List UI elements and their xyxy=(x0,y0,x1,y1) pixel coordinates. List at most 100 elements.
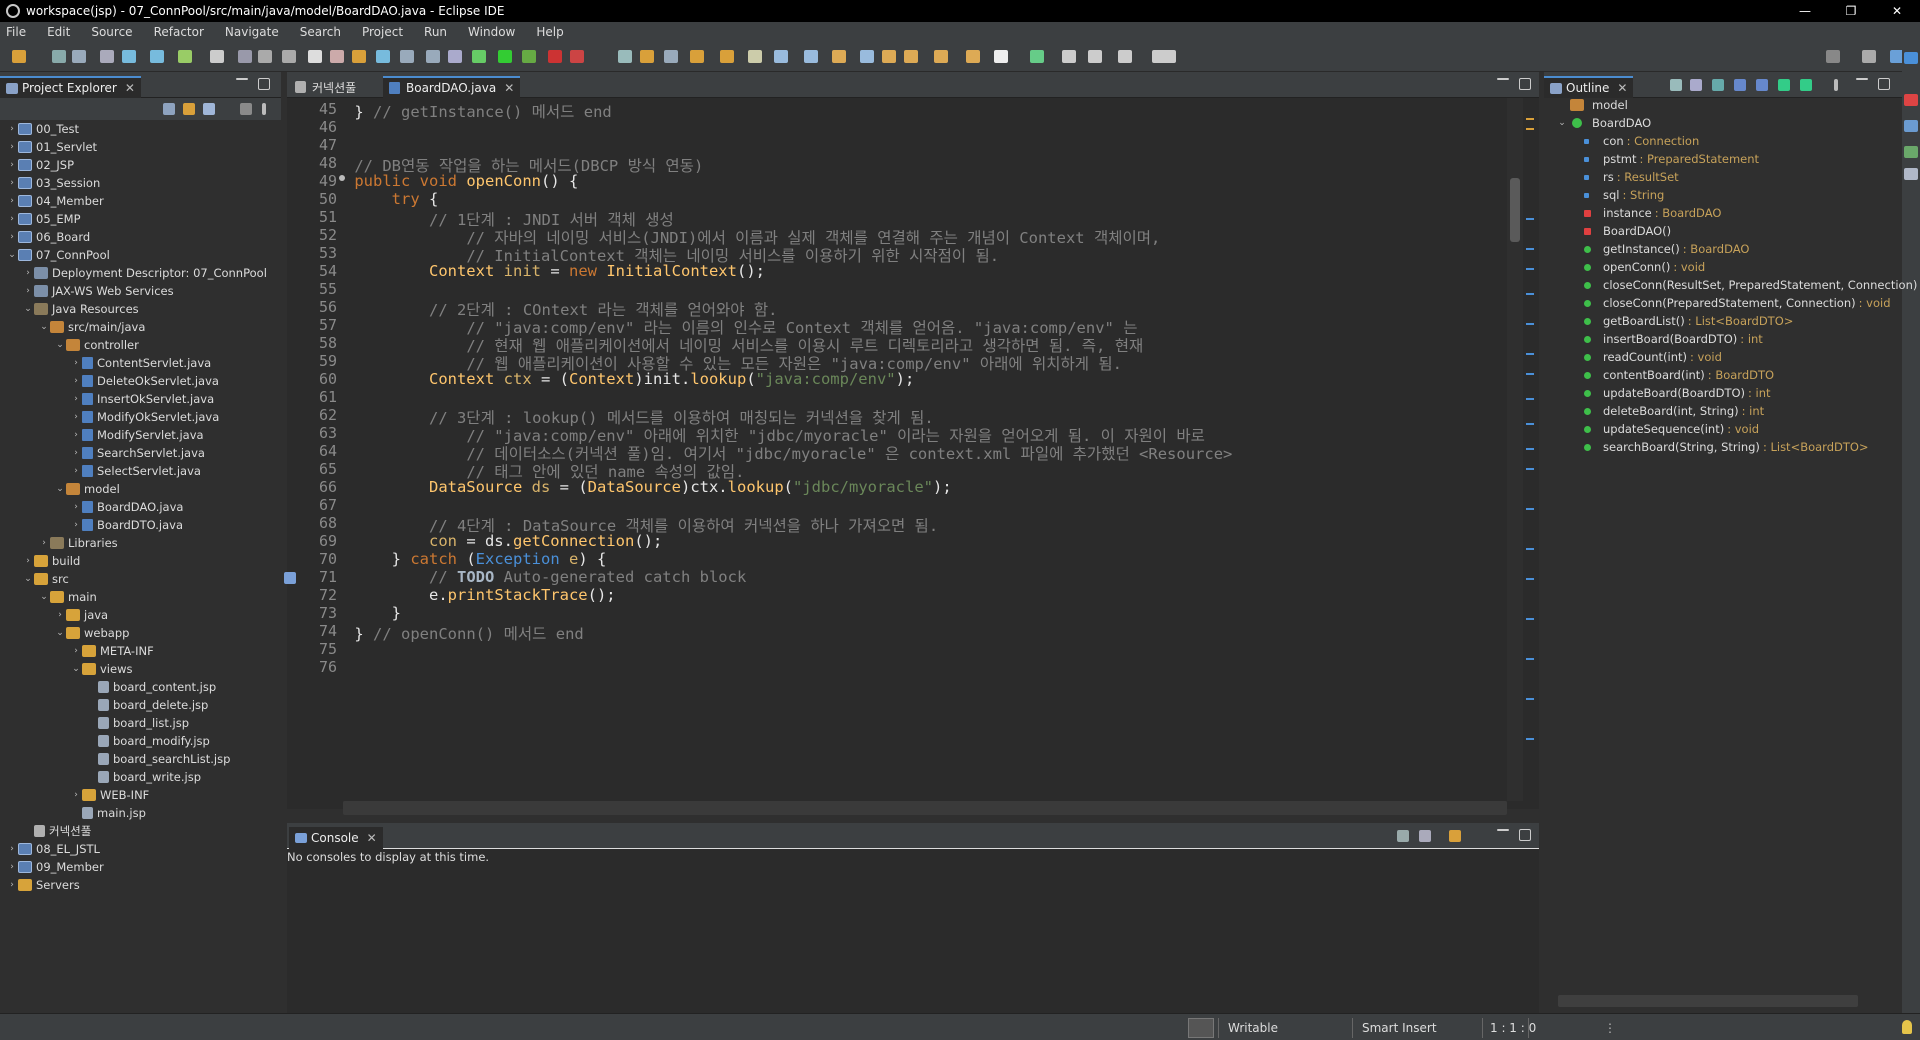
minimize-icon[interactable] xyxy=(1497,78,1509,80)
toolbar-button-17-icon[interactable] xyxy=(426,50,440,63)
chevron-right-icon[interactable]: › xyxy=(6,214,18,224)
toolbar-button-8-icon[interactable] xyxy=(210,50,224,63)
overview-marker[interactable] xyxy=(1526,373,1534,375)
outline-item[interactable]: model xyxy=(1570,96,1628,114)
menu-navigate[interactable]: Navigate xyxy=(225,25,279,39)
progress-menu-icon[interactable]: ⋮ xyxy=(1604,1018,1616,1038)
chevron-right-icon[interactable]: › xyxy=(22,556,34,566)
perspective-icon[interactable] xyxy=(1904,52,1918,64)
tree-item[interactable]: › Libraries xyxy=(38,534,117,552)
toolbar-button-5-icon[interactable] xyxy=(122,50,136,63)
chevron-right-icon[interactable]: › xyxy=(70,520,82,530)
tree-item[interactable]: ⌄ main xyxy=(38,588,97,606)
overview-marker[interactable] xyxy=(1526,268,1534,270)
toolbar-button-15-icon[interactable] xyxy=(376,50,390,63)
tree-item[interactable]: › WEB-INF xyxy=(70,786,149,804)
tree-item[interactable]: › BoardDAO.java xyxy=(70,498,183,516)
overview-marker[interactable] xyxy=(1526,128,1534,130)
tree-item[interactable]: › Deployment Descriptor: 07_ConnPool xyxy=(22,264,267,282)
toolbar-button-21-icon[interactable] xyxy=(522,50,536,63)
outline-item[interactable]: readCount(int) : void xyxy=(1584,348,1722,366)
code-line[interactable]: DataSource ds = (DataSource)ctx.lookup("… xyxy=(317,478,952,496)
toolbar-button-2-icon[interactable] xyxy=(52,50,66,63)
chevron-down-icon[interactable]: ⌄ xyxy=(54,628,66,638)
tree-item[interactable]: › DeleteOkServlet.java xyxy=(70,372,219,390)
overview-marker[interactable] xyxy=(1526,248,1534,250)
minimize-button[interactable]: — xyxy=(1782,0,1828,22)
chevron-down-icon[interactable]: ⌄ xyxy=(38,592,50,602)
toolbar-button-40-icon[interactable] xyxy=(1062,50,1076,63)
chevron-right-icon[interactable]: › xyxy=(70,394,82,404)
outline-item[interactable]: getBoardList() : List<BoardDTO> xyxy=(1584,312,1793,330)
team-perspective-icon[interactable] xyxy=(1904,120,1918,132)
menu-source[interactable]: Source xyxy=(91,25,132,39)
chevron-right-icon[interactable]: › xyxy=(6,124,18,134)
chevron-right-icon[interactable]: › xyxy=(6,196,18,206)
tree-item[interactable]: › Servers xyxy=(6,876,80,894)
tree-item[interactable]: › 02_JSP xyxy=(6,156,74,174)
chevron-down-icon[interactable]: ⌄ xyxy=(38,322,50,332)
outline-minimized-icon[interactable] xyxy=(1904,168,1918,180)
menu-refactor[interactable]: Refactor xyxy=(154,25,204,39)
tree-item[interactable]: board_write.jsp xyxy=(86,768,201,786)
chevron-right-icon[interactable]: › xyxy=(70,358,82,368)
code-line[interactable]: e.printStackTrace(); xyxy=(317,586,616,604)
tree-item[interactable]: › java xyxy=(54,606,108,624)
toolbar-button-26-icon[interactable] xyxy=(664,50,678,63)
tree-item[interactable]: ⌄ views xyxy=(70,660,132,678)
chevron-right-icon[interactable]: › xyxy=(6,160,18,170)
tab-outline[interactable]: Outline ✕ xyxy=(1544,76,1634,98)
chevron-right-icon[interactable]: › xyxy=(6,862,18,872)
tree-item[interactable]: ⌄ webapp xyxy=(54,624,129,642)
close-window-button[interactable]: ✕ xyxy=(1874,0,1920,22)
tree-item[interactable]: board_list.jsp xyxy=(86,714,189,732)
task-list-icon[interactable] xyxy=(1904,146,1918,158)
overview-marker[interactable] xyxy=(1526,423,1534,425)
tree-item[interactable]: main.jsp xyxy=(70,804,146,822)
chevron-right-icon[interactable]: › xyxy=(70,430,82,440)
overview-marker[interactable] xyxy=(1526,218,1534,220)
outline-item[interactable]: BoardDAO() xyxy=(1584,222,1671,240)
display-console-icon[interactable] xyxy=(1419,830,1431,842)
hide-static-icon[interactable] xyxy=(1734,79,1746,91)
toolbar-button-37-icon[interactable] xyxy=(966,50,980,63)
tree-item[interactable]: › SelectServlet.java xyxy=(70,462,201,480)
outline-horizontal-scrollbar[interactable] xyxy=(1544,993,1902,1009)
chevron-right-icon[interactable]: › xyxy=(70,790,82,800)
chevron-right-icon[interactable]: › xyxy=(6,880,18,890)
toolbar-button-31-icon[interactable] xyxy=(804,50,818,63)
chevron-down-icon[interactable]: ⌄ xyxy=(6,250,18,260)
menu-run[interactable]: Run xyxy=(424,25,447,39)
chevron-right-icon[interactable]: › xyxy=(22,268,34,278)
outline-item[interactable]: pstmt : PreparedStatement xyxy=(1584,150,1759,168)
tree-item[interactable]: › META-INF xyxy=(70,642,154,660)
overview-marker[interactable] xyxy=(1526,118,1534,120)
tree-item[interactable]: ⌄ 07_ConnPool xyxy=(6,246,110,264)
link-with-editor-icon[interactable] xyxy=(183,103,195,115)
code-line[interactable]: try { xyxy=(317,190,439,208)
outline-item[interactable]: rs : ResultSet xyxy=(1584,168,1679,186)
toolbar-button-3-icon[interactable] xyxy=(72,50,86,63)
tree-item[interactable]: ⌄ src xyxy=(22,570,69,588)
toolbar-button-10-icon[interactable] xyxy=(258,50,272,63)
overview-marker[interactable] xyxy=(1526,293,1534,295)
toolbar-button-7-icon[interactable] xyxy=(178,50,192,63)
fold-marker-icon[interactable] xyxy=(339,175,345,181)
tree-item[interactable]: › 05_EMP xyxy=(6,210,80,228)
chevron-right-icon[interactable]: › xyxy=(6,844,18,854)
toolbar-button-42-icon[interactable] xyxy=(1118,50,1132,63)
tree-item[interactable]: ⌄ model xyxy=(54,480,120,498)
minimize-icon[interactable] xyxy=(236,78,248,80)
tree-item[interactable]: › 00_Test xyxy=(6,120,79,138)
chevron-down-icon[interactable]: ⌄ xyxy=(54,484,66,494)
outline-item[interactable]: updateBoard(BoardDTO) : int xyxy=(1584,384,1771,402)
toolbar-button-25-icon[interactable] xyxy=(640,50,654,63)
code-line[interactable]: } catch (Exception e) { xyxy=(317,550,607,568)
scroll-thumb[interactable] xyxy=(343,801,1507,815)
toolbar-button-13-icon[interactable] xyxy=(330,50,344,63)
overview-marker[interactable] xyxy=(1526,548,1534,550)
toolbar-button-24-icon[interactable] xyxy=(618,50,632,63)
code-line[interactable]: con = ds.getConnection(); xyxy=(317,532,662,550)
tree-item[interactable]: ⌄ src/main/java xyxy=(38,318,145,336)
code-line[interactable]: Context ctx = (Context)init.lookup("java… xyxy=(317,370,914,388)
